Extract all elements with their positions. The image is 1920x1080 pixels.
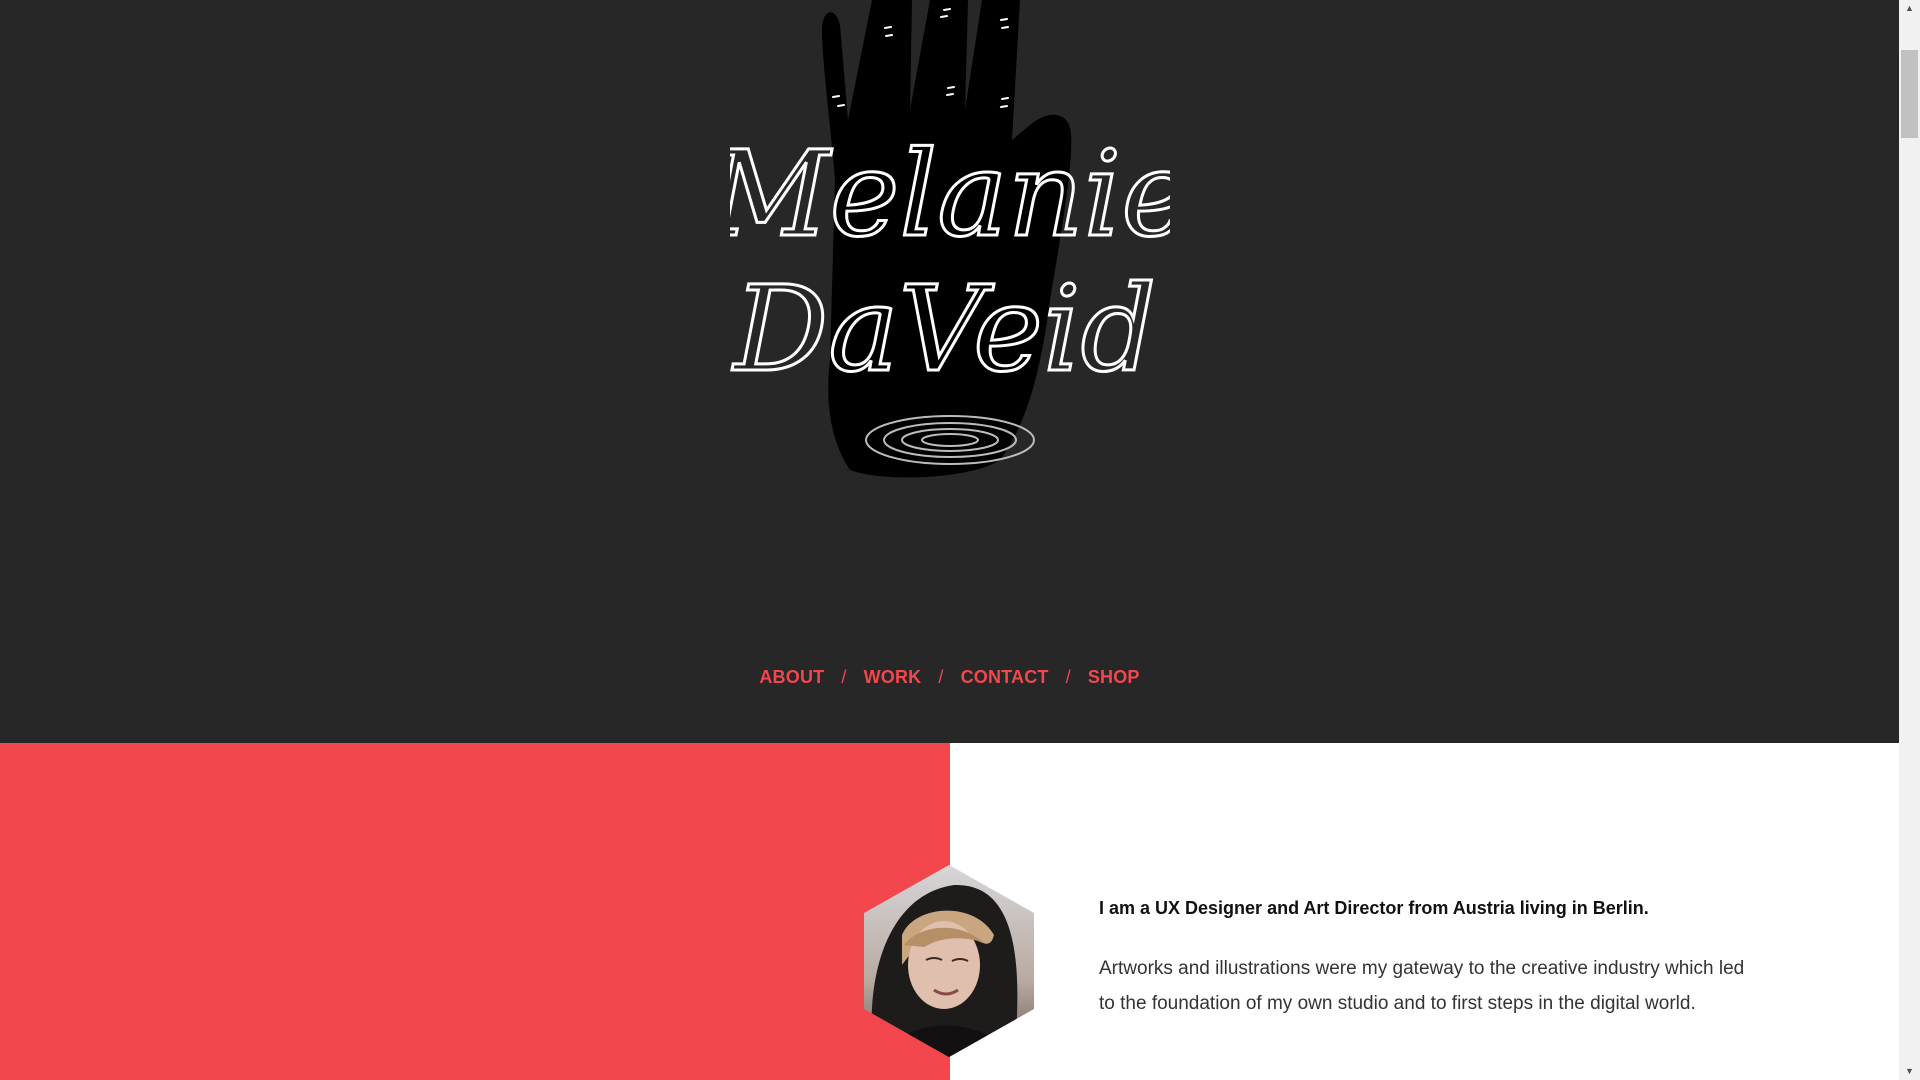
logo-line1: Melanie [730, 125, 1170, 263]
about-accent-panel [0, 743, 950, 1080]
page: Melanie DaVeid ABOUT / WORK / CONTACT / SHOP [0, 0, 1899, 1080]
scroll-down-arrow-icon[interactable]: ▼ [1899, 1063, 1920, 1080]
nav-about[interactable]: ABOUT [759, 667, 824, 687]
portrait-avatar [864, 865, 1034, 1057]
hexagon-portrait-image [864, 865, 1034, 1057]
nav-separator: / [1065, 667, 1071, 687]
nav-separator: / [938, 667, 944, 687]
nav-contact[interactable]: CONTACT [961, 667, 1049, 687]
nav-work[interactable]: WORK [864, 667, 922, 687]
about-text: I am a UX Designer and Art Director from… [1099, 895, 1749, 1021]
main-nav: ABOUT / WORK / CONTACT / SHOP [0, 667, 1899, 688]
vertical-scrollbar[interactable]: ▲ ▼ [1899, 0, 1920, 1080]
about-body: Artworks and illustrations were my gatew… [1099, 958, 1745, 1014]
scrollbar-thumb[interactable] [1901, 50, 1918, 138]
scroll-up-arrow-icon[interactable]: ▲ [1899, 0, 1920, 17]
nav-separator: / [841, 667, 847, 687]
nav-shop[interactable]: SHOP [1088, 667, 1140, 687]
about-lead: I am a UX Designer and Art Director from… [1099, 898, 1649, 918]
logo-line2: DaVeid [732, 260, 1156, 398]
site-logo[interactable]: Melanie DaVeid [730, 0, 1170, 480]
hand-lettering-logo: Melanie DaVeid [730, 0, 1170, 478]
hero-header: Melanie DaVeid ABOUT / WORK / CONTACT / SHOP [0, 0, 1899, 743]
